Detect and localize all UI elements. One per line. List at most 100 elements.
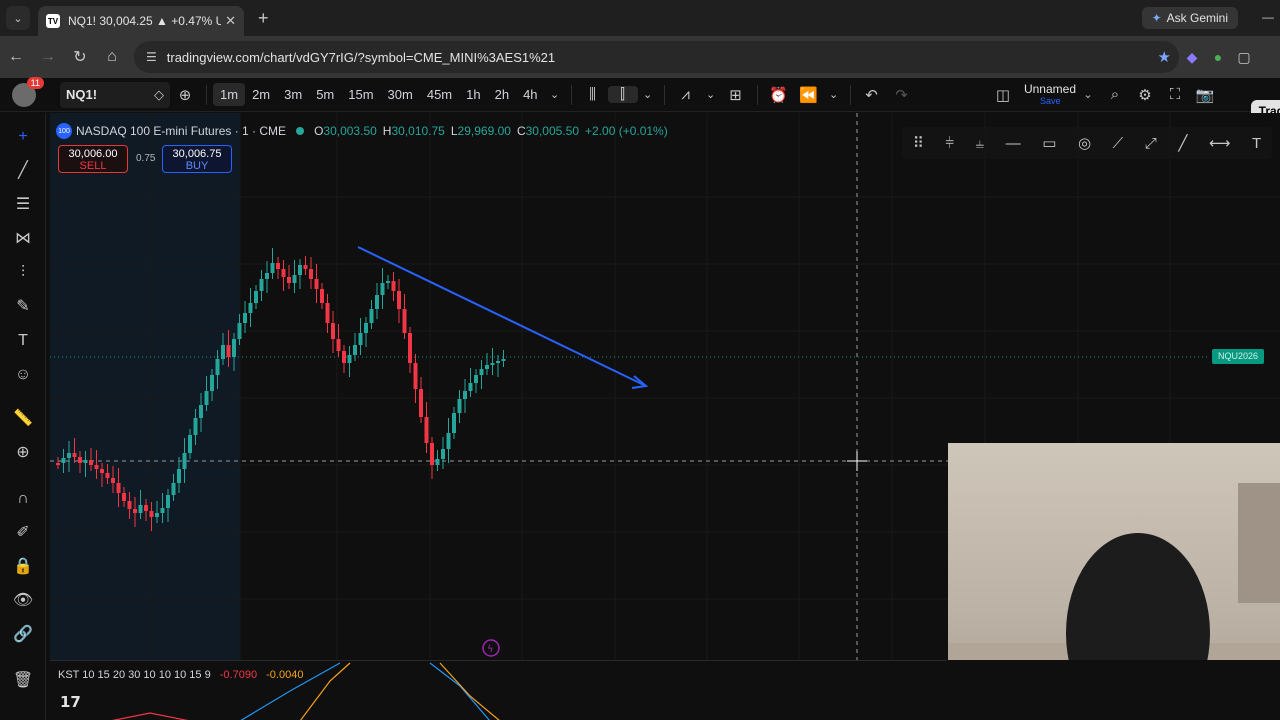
interval-1h[interactable]: 1h bbox=[459, 87, 487, 102]
close-value: 30,005.50 bbox=[525, 124, 579, 138]
sell-button[interactable]: 30,006.00 SELL bbox=[58, 145, 128, 173]
sell-label: SELL bbox=[79, 160, 107, 172]
candles-icon[interactable]: ⫿ bbox=[607, 86, 638, 103]
crosshair-icon[interactable]: + bbox=[11, 125, 35, 149]
candle-body bbox=[375, 295, 379, 309]
forward-icon[interactable]: → bbox=[32, 48, 64, 66]
interval-5m[interactable]: 5m bbox=[309, 87, 341, 102]
magnet-icon[interactable]: ∩ bbox=[11, 487, 35, 511]
ruler-icon[interactable]: 📏 bbox=[11, 407, 35, 431]
user-avatar[interactable]: 11 bbox=[12, 76, 44, 107]
bar-style-icon[interactable]: ⫼ bbox=[578, 86, 608, 103]
interval-15m[interactable]: 15m bbox=[341, 87, 380, 102]
candle-body bbox=[116, 483, 121, 493]
bookmark-star-icon[interactable]: ★ bbox=[1158, 48, 1171, 66]
drawing-floating-toolbar: ⠿ ⫩ ⫨ — ▭ ◎ ⟋ ⤢ ╱ ⟷ T bbox=[902, 127, 1272, 159]
brush-tool-icon[interactable]: ✎ bbox=[11, 295, 35, 319]
quick-search-icon[interactable]: ⌕ bbox=[1100, 86, 1130, 103]
ray-icon[interactable]: ⟋ bbox=[1113, 135, 1124, 152]
interval-2m[interactable]: 2m bbox=[245, 87, 277, 102]
lock-icon[interactable]: 🔒 bbox=[11, 555, 35, 579]
candle-body bbox=[435, 459, 440, 465]
kst-value-1: -0.7090 bbox=[219, 669, 258, 681]
chart-type-dropdown-icon[interactable]: ⌄ bbox=[638, 88, 658, 101]
extension-icon-2[interactable]: ● bbox=[1205, 49, 1231, 65]
hide-eye-icon[interactable]: 👁 bbox=[11, 589, 35, 613]
settings-gear-icon[interactable]: ⚙ bbox=[1130, 86, 1160, 104]
emoji-tool-icon[interactable]: ☺ bbox=[11, 363, 35, 387]
interval-3m[interactable]: 3m bbox=[277, 87, 309, 102]
text-tool-icon[interactable]: T bbox=[11, 329, 35, 353]
fullscreen-icon[interactable]: ⛶ bbox=[1160, 86, 1190, 103]
candle-body bbox=[259, 279, 264, 291]
interval-dropdown-icon[interactable]: ⌄ bbox=[545, 88, 565, 101]
new-tab-button[interactable]: + bbox=[258, 8, 269, 29]
indicators-dropdown-icon[interactable]: ⌄ bbox=[701, 88, 721, 101]
layouts-grid-icon[interactable]: ⊞ bbox=[721, 86, 751, 104]
candle-body bbox=[281, 269, 286, 277]
prediction-tool-icon[interactable]: ⫶ bbox=[11, 261, 35, 285]
interval-1m[interactable]: 1m bbox=[213, 83, 246, 106]
candle-body bbox=[188, 435, 192, 453]
rectangle-icon[interactable]: ▭ bbox=[1042, 134, 1056, 152]
layout-name[interactable]: Unnamed Save bbox=[1024, 83, 1076, 107]
ask-gemini-button[interactable]: ✦ Ask Gemini bbox=[1141, 7, 1238, 29]
fib-tool-icon[interactable]: ☰ bbox=[11, 193, 35, 217]
reload-icon[interactable]: ↻ bbox=[64, 47, 96, 67]
back-icon[interactable]: ← bbox=[0, 48, 32, 66]
interval-4h[interactable]: 4h bbox=[516, 87, 544, 102]
extension-icon[interactable]: ◆ bbox=[1179, 49, 1205, 66]
line-tool-icon[interactable]: ╱ bbox=[1178, 134, 1187, 152]
alert-icon[interactable]: ⏰ bbox=[764, 86, 794, 104]
replay-icon[interactable]: ⏪ bbox=[794, 86, 824, 104]
interval-30m[interactable]: 30m bbox=[381, 87, 420, 102]
symbol-title[interactable]: NASDAQ 100 E-mini Futures · 1 · CME bbox=[76, 124, 286, 138]
url-text: tradingview.com/chart/vdGY7rIG/?symbol=C… bbox=[166, 49, 556, 65]
tab-search-icon[interactable]: ⌄ bbox=[6, 6, 30, 30]
redo-icon[interactable]: ↷ bbox=[887, 86, 917, 104]
close-tab-icon[interactable]: ✕ bbox=[225, 13, 236, 29]
kst-name[interactable]: KST 10 15 20 30 10 10 10 15 9 bbox=[58, 669, 211, 681]
buy-button[interactable]: 30,006.75 BUY bbox=[162, 145, 232, 173]
trendline-drawing[interactable] bbox=[357, 246, 647, 387]
site-info-icon[interactable]: ☰ bbox=[146, 50, 157, 64]
stay-drawing-icon[interactable]: ✐ bbox=[11, 521, 35, 545]
home-icon[interactable]: ⌂ bbox=[96, 48, 128, 66]
candle-body bbox=[243, 313, 247, 323]
undo-icon[interactable]: ↶ bbox=[857, 86, 887, 104]
interval-2h[interactable]: 2h bbox=[488, 87, 516, 102]
layout-panel-icon[interactable]: ◫ bbox=[988, 86, 1018, 104]
replay-dropdown-icon[interactable]: ⌄ bbox=[824, 88, 844, 101]
horizontal-ray-icon[interactable]: ⫩ bbox=[945, 135, 954, 152]
browser-tab[interactable]: TV NQ1! 30,004.25 ▲ +0.47% Unn ✕ bbox=[38, 6, 244, 36]
chart-pane[interactable]: ϟ 100 NASDAQ 100 E-mini Futures · 1 · CM… bbox=[50, 113, 1280, 660]
parallel-channel-icon[interactable]: ⫨ bbox=[976, 135, 984, 152]
address-bar[interactable]: ☰ tradingview.com/chart/vdGY7rIG/?symbol… bbox=[134, 41, 1179, 73]
compare-add-icon[interactable]: ⊕ bbox=[170, 86, 200, 104]
symbol-legend: 100 NASDAQ 100 E-mini Futures · 1 · CME … bbox=[56, 123, 674, 139]
open-label: O bbox=[314, 124, 324, 138]
snapshot-camera-icon[interactable]: 📷 bbox=[1190, 86, 1220, 104]
candle-body bbox=[463, 391, 467, 399]
interval-45m[interactable]: 45m bbox=[420, 87, 459, 102]
extended-line-icon[interactable]: ⤢ bbox=[1145, 135, 1157, 152]
candle-body bbox=[298, 265, 302, 275]
drag-handle-icon[interactable]: ⠿ bbox=[913, 134, 924, 152]
text-icon[interactable]: T bbox=[1252, 135, 1261, 152]
extensions-menu-icon[interactable]: ▢ bbox=[1231, 49, 1257, 66]
indicators-icon[interactable]: ⩘ bbox=[671, 86, 701, 103]
trendline-tool-icon[interactable]: ╱ bbox=[11, 159, 35, 183]
symbol-search[interactable]: NQ1! ◇ bbox=[60, 81, 170, 108]
horizontal-arrow-icon[interactable]: ⟷ bbox=[1209, 134, 1231, 152]
circle-target-icon[interactable]: ◎ bbox=[1078, 134, 1091, 152]
horizontal-line-icon[interactable]: — bbox=[1006, 135, 1021, 152]
link-icon[interactable]: 🔗 bbox=[11, 623, 35, 647]
pattern-tool-icon[interactable]: ⋈ bbox=[11, 227, 35, 251]
trash-icon[interactable]: 🗑 bbox=[11, 669, 35, 693]
layout-dropdown-icon[interactable]: ⌄ bbox=[1076, 88, 1100, 101]
low-value: 29,969.00 bbox=[457, 124, 511, 138]
candle-body bbox=[501, 359, 506, 361]
zoom-in-icon[interactable]: ⊕ bbox=[11, 441, 35, 465]
minimize-icon[interactable]: — bbox=[1262, 10, 1274, 24]
indicator-pane[interactable]: KST 10 15 20 30 10 10 10 15 9 -0.7090 -0… bbox=[50, 660, 947, 720]
